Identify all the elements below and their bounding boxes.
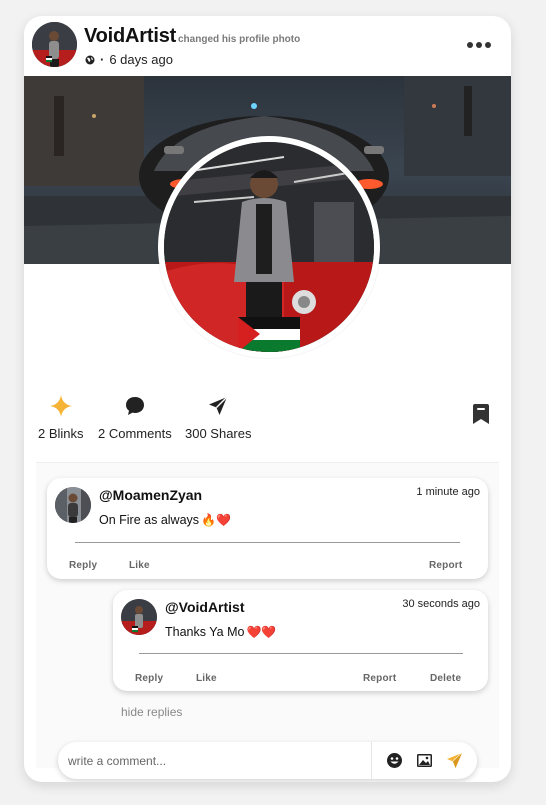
post-action-text: changed his profile photo: [178, 34, 301, 45]
comment-time: 1 minute ago: [416, 486, 480, 498]
commenter-avatar[interactable]: [55, 487, 91, 523]
comment-body: On Fire as always: [99, 513, 200, 527]
bookmark-icon[interactable]: [472, 404, 490, 424]
reply-text: Thanks Ya Mo ❤️❤️: [165, 625, 276, 639]
sparkle-icon: [49, 395, 72, 417]
reply-time: 30 seconds ago: [402, 598, 480, 610]
reply-emojis: ❤️❤️: [246, 625, 277, 639]
globe-icon: [85, 55, 95, 64]
replier-avatar[interactable]: [121, 599, 157, 635]
post-timestamp: 6 days ago: [109, 52, 173, 67]
comment-emojis: 🔥❤️: [201, 513, 231, 527]
image-icon[interactable]: [416, 752, 433, 769]
reply-reply-button[interactable]: Reply: [135, 673, 163, 684]
reply-like-button[interactable]: Like: [196, 673, 217, 684]
author-avatar[interactable]: [32, 22, 77, 67]
more-options-icon[interactable]: [467, 42, 491, 48]
comment-button[interactable]: 2 Comments: [98, 394, 172, 441]
comment-text: On Fire as always 🔥❤️: [99, 513, 231, 527]
blink-button[interactable]: 2 Blinks: [38, 394, 84, 441]
reply-delete-button[interactable]: Delete: [430, 673, 461, 684]
smiley-icon[interactable]: [386, 752, 403, 769]
reply-report-button[interactable]: Report: [363, 673, 396, 684]
comment-card: @MoamenZyan 1 minute ago On Fire as alwa…: [47, 478, 488, 579]
shares-count: 300 Shares: [185, 426, 252, 441]
post-meta: · 6 days ago: [85, 52, 173, 67]
like-button[interactable]: Like: [129, 560, 150, 571]
chat-bubble-icon: [125, 397, 144, 415]
comment-divider: [75, 542, 460, 543]
post-header: VoidArtist changed his profile photo · 6…: [24, 16, 511, 76]
comment-input[interactable]: [58, 742, 368, 779]
reply-divider: [139, 653, 463, 654]
meta-separator: ·: [100, 52, 105, 67]
reply-body: Thanks Ya Mo: [165, 625, 245, 639]
profile-photo[interactable]: [164, 142, 374, 352]
profile-photo-frame: [158, 136, 380, 358]
send-arrow-icon: [209, 396, 228, 415]
comment-author[interactable]: @MoamenZyan: [99, 487, 202, 503]
report-button[interactable]: Report: [429, 560, 462, 571]
blinks-count: 2 Blinks: [38, 426, 84, 441]
reply-button[interactable]: Reply: [69, 560, 97, 571]
comment-composer: [58, 742, 477, 779]
send-icon[interactable]: [446, 752, 463, 769]
author-name[interactable]: VoidArtist: [84, 25, 176, 48]
comments-count: 2 Comments: [98, 426, 172, 441]
hide-replies-link[interactable]: hide replies: [121, 705, 182, 719]
reply-card: @VoidArtist 30 seconds ago Thanks Ya Mo …: [113, 590, 488, 691]
share-button[interactable]: 300 Shares: [185, 394, 252, 441]
reply-author[interactable]: @VoidArtist: [165, 599, 245, 615]
post-card: VoidArtist changed his profile photo · 6…: [24, 16, 511, 782]
composer-divider: [371, 742, 372, 779]
